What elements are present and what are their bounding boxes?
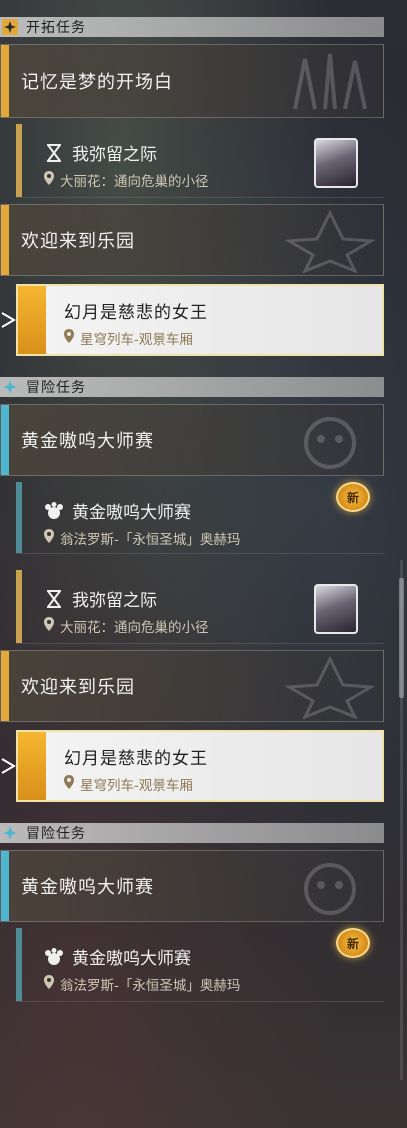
location-pin-icon xyxy=(64,775,74,793)
selection-arrow-icon xyxy=(1,758,16,774)
quest-title: 我弥留之际 xyxy=(72,591,157,611)
section-title: 冒险任务 xyxy=(26,380,86,396)
chapter-emblem-icon xyxy=(304,417,356,469)
new-badge: 新 xyxy=(336,928,370,958)
location-pin-icon xyxy=(44,529,54,547)
quest-title: 黄金嗷呜大师赛 xyxy=(72,503,191,523)
character-avatar xyxy=(314,138,358,188)
quest-location: 星穹列车-观景车厢 xyxy=(80,332,193,348)
quest-title: 幻月是慈悲的女王 xyxy=(64,749,208,769)
chapter-emblem-icon xyxy=(285,209,375,273)
chapter-welcome[interactable]: 欢迎来到乐园 xyxy=(0,204,384,276)
quest-location: 翁法罗斯-「永恒圣城」奥赫玛 xyxy=(60,532,241,548)
chapter-accent-bar xyxy=(1,45,9,117)
location-pin-icon xyxy=(44,617,54,635)
chapter-emblem-icon xyxy=(285,655,375,719)
quest-accent-bar xyxy=(16,570,22,643)
chapter-accent-bar xyxy=(1,651,9,721)
chapter-accent-bar xyxy=(1,851,9,921)
quest-accent-bar xyxy=(16,928,22,1001)
quest-item-while-i-remain[interactable]: 我弥留之际 大丽花：通向危巢的小径 xyxy=(16,570,384,644)
quest-item-golden-awoo[interactable]: 黄金嗷呜大师赛 翁法罗斯-「永恒圣城」奥赫玛 新 xyxy=(16,928,384,1002)
adventure-star-icon xyxy=(0,823,20,843)
location-pin-icon xyxy=(64,329,74,347)
chapter-golden-awoo[interactable]: 黄金嗷呜大师赛 xyxy=(0,404,384,476)
quest-location: 星穹列车-观景车厢 xyxy=(80,778,193,794)
selected-gold-bar xyxy=(18,286,46,354)
chapter-title: 记忆是梦的开场白 xyxy=(21,72,173,93)
selected-gold-bar xyxy=(18,732,46,800)
chapter-title: 黄金嗷呜大师赛 xyxy=(21,431,154,452)
quest-item-while-i-remain[interactable]: 我弥留之际 大丽花：通向危巢的小径 xyxy=(16,124,384,198)
hourglass-icon xyxy=(44,589,64,609)
new-badge: 新 xyxy=(336,482,370,512)
section-header-trailblaze: 开拓任务 xyxy=(0,17,384,37)
section-header-adventure: 冒险任务 xyxy=(0,823,384,843)
quest-item-golden-awoo[interactable]: 黄金嗷呜大师赛 翁法罗斯-「永恒圣城」奥赫玛 新 xyxy=(16,482,384,554)
chapter-emblem-icon xyxy=(304,863,356,915)
paw-icon xyxy=(44,947,64,967)
quest-location: 大丽花：通向危巢的小径 xyxy=(60,620,209,636)
hourglass-icon xyxy=(44,143,64,163)
chapter-golden-awoo[interactable]: 黄金嗷呜大师赛 xyxy=(0,850,384,922)
quest-accent-bar xyxy=(16,482,22,553)
quest-accent-bar xyxy=(16,124,22,197)
chapter-title: 黄金嗷呜大师赛 xyxy=(21,877,154,898)
chapter-accent-bar xyxy=(1,405,9,475)
quest-title: 我弥留之际 xyxy=(72,145,157,165)
chapter-title: 欢迎来到乐园 xyxy=(21,677,135,698)
chapter-title: 欢迎来到乐园 xyxy=(21,231,135,252)
chapter-memory[interactable]: 记忆是梦的开场白 xyxy=(0,44,384,118)
chapter-emblem-icon xyxy=(293,53,367,110)
section-title: 开拓任务 xyxy=(26,20,86,36)
chapter-accent-bar xyxy=(1,205,9,275)
trailblaze-star-icon xyxy=(0,17,20,37)
quest-location: 翁法罗斯-「永恒圣城」奥赫玛 xyxy=(60,978,241,994)
character-avatar xyxy=(314,584,358,634)
quest-title: 黄金嗷呜大师赛 xyxy=(72,949,191,969)
adventure-star-icon xyxy=(0,377,20,397)
quest-location: 大丽花：通向危巢的小径 xyxy=(60,174,209,190)
chapter-welcome[interactable]: 欢迎来到乐园 xyxy=(0,650,384,722)
location-pin-icon xyxy=(44,975,54,993)
location-pin-icon xyxy=(44,171,54,189)
scrollbar-thumb[interactable] xyxy=(399,578,404,698)
quest-item-moon-queen-selected[interactable]: 幻月是慈悲的女王 星穹列车-观景车厢 xyxy=(16,730,384,802)
quest-title: 幻月是慈悲的女王 xyxy=(64,303,208,323)
section-title: 冒险任务 xyxy=(26,826,86,842)
selection-arrow-icon xyxy=(1,312,16,328)
section-header-adventure: 冒险任务 xyxy=(0,377,384,397)
quest-item-moon-queen-selected[interactable]: 幻月是慈悲的女王 星穹列车-观景车厢 xyxy=(16,284,384,356)
paw-icon xyxy=(44,501,64,521)
